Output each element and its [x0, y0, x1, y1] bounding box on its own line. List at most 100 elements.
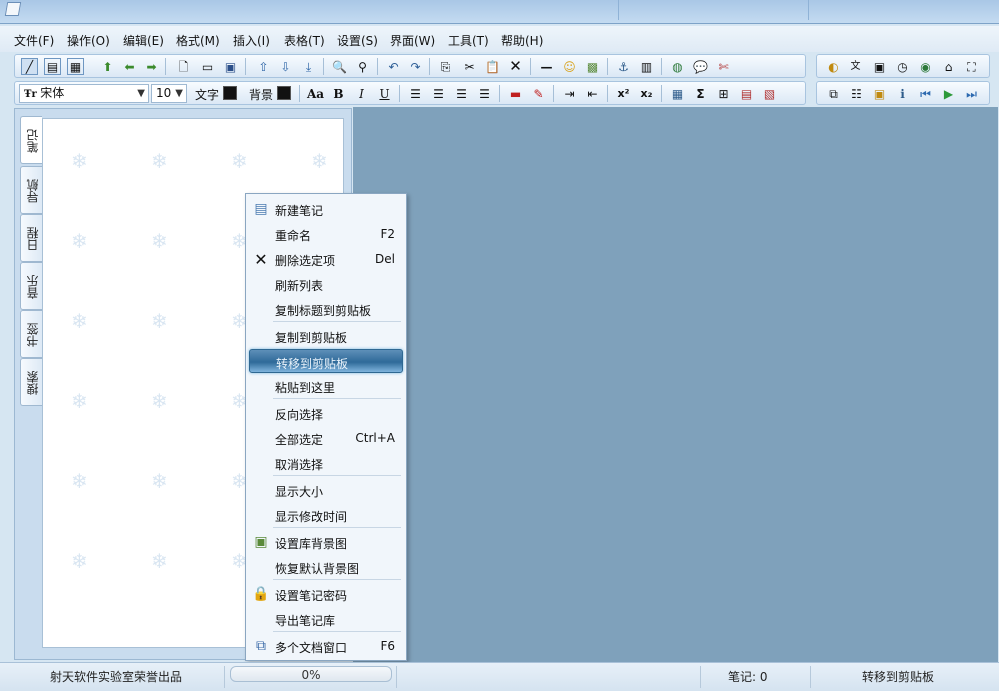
last-icon[interactable]: ⏭ [963, 85, 980, 102]
delete-table-icon[interactable]: ▧ [761, 85, 778, 102]
first-icon[interactable]: ⏮ [917, 85, 934, 102]
indent-icon[interactable]: ⇥ [561, 85, 578, 102]
cut-icon[interactable]: ✂ [461, 58, 478, 75]
tab-schedule[interactable]: 日程 [20, 214, 42, 262]
horizontal-line-icon[interactable]: — [538, 58, 555, 75]
move-bottom-icon[interactable]: ⤓ [300, 58, 317, 75]
font-case-button[interactable]: Aa [307, 85, 324, 102]
move-down-icon[interactable]: ⇩ [277, 58, 294, 75]
menu-table[interactable]: 表格(T) [284, 32, 325, 49]
align-right-icon[interactable]: ☰ [453, 85, 470, 102]
ctx-rename[interactable]: 重命名 F2 [246, 222, 406, 246]
fullscreen-icon[interactable]: ⛶ [963, 58, 980, 75]
ctx-copy-title[interactable]: 复制标题到剪贴板 [246, 297, 406, 321]
print-preview-icon[interactable]: 🔍 [331, 58, 348, 75]
text-color-label[interactable]: 文字 [195, 86, 219, 103]
tab-notes[interactable]: 笔记 [20, 116, 42, 164]
info-icon[interactable]: ℹ [894, 85, 911, 102]
ctx-export-library[interactable]: 导出笔记库 [246, 607, 406, 631]
bg-color-label[interactable]: 背景 [249, 86, 273, 103]
ctx-multi-window[interactable]: ⧉ 多个文档窗口 F6 [246, 634, 406, 658]
ctx-restore-background[interactable]: 恢复默认背景图 [246, 555, 406, 579]
sum-button[interactable]: Σ [692, 85, 709, 102]
home-icon[interactable]: ⌂ [940, 58, 957, 75]
web-icon[interactable]: ◍ [669, 58, 686, 75]
ctx-set-password[interactable]: 🔒 设置笔记密码 [246, 582, 406, 606]
outdent-icon[interactable]: ⇤ [584, 85, 601, 102]
table-grid-icon[interactable]: ⊞ [715, 85, 732, 102]
align-center-icon[interactable]: ☰ [430, 85, 447, 102]
table-icon[interactable]: ▦ [669, 85, 686, 102]
comment-icon[interactable]: 💬 [692, 58, 709, 75]
font-size-select[interactable]: 10 ▼ [151, 84, 187, 103]
clock-icon[interactable]: ◷ [894, 58, 911, 75]
copy-icon[interactable]: ⎘ [437, 58, 454, 75]
ctx-delete-selected[interactable]: ✕ 删除选定项 Del [246, 247, 406, 271]
anchor-icon[interactable]: ⚓ [615, 58, 632, 75]
underline-button[interactable]: U [376, 85, 393, 102]
ctx-new-note[interactable]: ▤ 新建笔记 [246, 197, 406, 221]
dictionary-icon[interactable]: 文 [847, 58, 864, 75]
insert-image-icon[interactable]: ▩ [584, 58, 601, 75]
clear-format-icon[interactable]: ✎ [530, 85, 547, 102]
italic-button[interactable]: I [353, 85, 370, 102]
font-name-select[interactable]: Ŧr 宋体 ▼ [19, 84, 149, 103]
calculator-icon[interactable]: ▥ [638, 58, 655, 75]
forward-arrow-icon[interactable]: ➡ [143, 58, 160, 75]
ctx-set-background[interactable]: ▣ 设置库背景图 [246, 530, 406, 554]
ctx-invert-selection[interactable]: 反向选择 [246, 401, 406, 425]
align-left-icon[interactable]: ☰ [407, 85, 424, 102]
camera-icon[interactable]: ▣ [871, 58, 888, 75]
ctx-refresh-list[interactable]: 刷新列表 [246, 272, 406, 296]
undo-icon[interactable]: ↶ [385, 58, 402, 75]
subscript-button[interactable]: x₂ [638, 85, 655, 102]
play-icon[interactable]: ▶ [940, 85, 957, 102]
bold-button[interactable]: B [330, 85, 347, 102]
save-icon[interactable]: ▣ [222, 58, 239, 75]
paste-icon[interactable]: 📋 [484, 58, 501, 75]
tools-icon[interactable]: ✄ [715, 58, 732, 75]
find-icon[interactable]: ⚲ [354, 58, 371, 75]
tab-bookmarks[interactable]: 书签 [20, 310, 42, 358]
document-area[interactable] [353, 107, 998, 662]
menu-edit[interactable]: 编辑(E) [123, 32, 164, 49]
ctx-move-to-clipboard[interactable]: 转移到剪贴板 [249, 349, 403, 373]
align-justify-icon[interactable]: ☰ [476, 85, 493, 102]
sound-icon[interactable]: ◐ [825, 58, 842, 75]
open-doc-icon[interactable]: ▭ [199, 58, 216, 75]
text-color-swatch[interactable] [223, 86, 237, 100]
emoticon-icon[interactable]: ☺ [561, 58, 578, 75]
ctx-copy-to-clipboard[interactable]: 复制到剪贴板 [246, 324, 406, 348]
cascade-icon[interactable]: ⧉ [825, 85, 842, 102]
menu-interface[interactable]: 界面(W) [390, 32, 435, 49]
menu-operation[interactable]: 操作(O) [67, 32, 110, 49]
ctx-show-modified-time[interactable]: 显示修改时间 [246, 503, 406, 527]
menu-tools[interactable]: 工具(T) [448, 32, 489, 49]
picture-icon[interactable]: ▣ [871, 85, 888, 102]
insert-row-icon[interactable]: ▤ [738, 85, 755, 102]
menu-help[interactable]: 帮助(H) [501, 32, 543, 49]
ctx-show-size[interactable]: 显示大小 [246, 478, 406, 502]
superscript-button[interactable]: x² [615, 85, 632, 102]
delete-icon[interactable]: ✕ [507, 58, 524, 75]
list-view-icon[interactable]: ▤ [44, 58, 61, 75]
pen-icon[interactable]: ╱ [21, 58, 38, 75]
menu-format[interactable]: 格式(M) [176, 32, 220, 49]
ctx-select-all[interactable]: 全部选定 Ctrl+A [246, 426, 406, 450]
window-controls-left[interactable] [618, 0, 808, 20]
ctx-deselect[interactable]: 取消选择 [246, 451, 406, 475]
window-controls-right[interactable] [808, 0, 998, 20]
tile-icon[interactable]: ☷ [848, 85, 865, 102]
highlight-icon[interactable]: ▬ [507, 85, 524, 102]
tab-music[interactable]: 音乐 [20, 262, 42, 310]
menu-file[interactable]: 文件(F) [14, 32, 54, 49]
tab-search[interactable]: 搜索 [20, 358, 42, 406]
redo-icon[interactable]: ↷ [407, 58, 424, 75]
ctx-paste-here[interactable]: 粘贴到这里 [246, 374, 406, 398]
new-doc-icon[interactable]: 🗋 [175, 58, 192, 75]
back-arrow-icon[interactable]: ⬅ [121, 58, 138, 75]
tab-navigation[interactable]: 导航 [20, 166, 42, 214]
globe-icon[interactable]: ◉ [917, 58, 934, 75]
split-view-icon[interactable]: ▦ [67, 58, 84, 75]
bg-color-swatch[interactable] [277, 86, 291, 100]
